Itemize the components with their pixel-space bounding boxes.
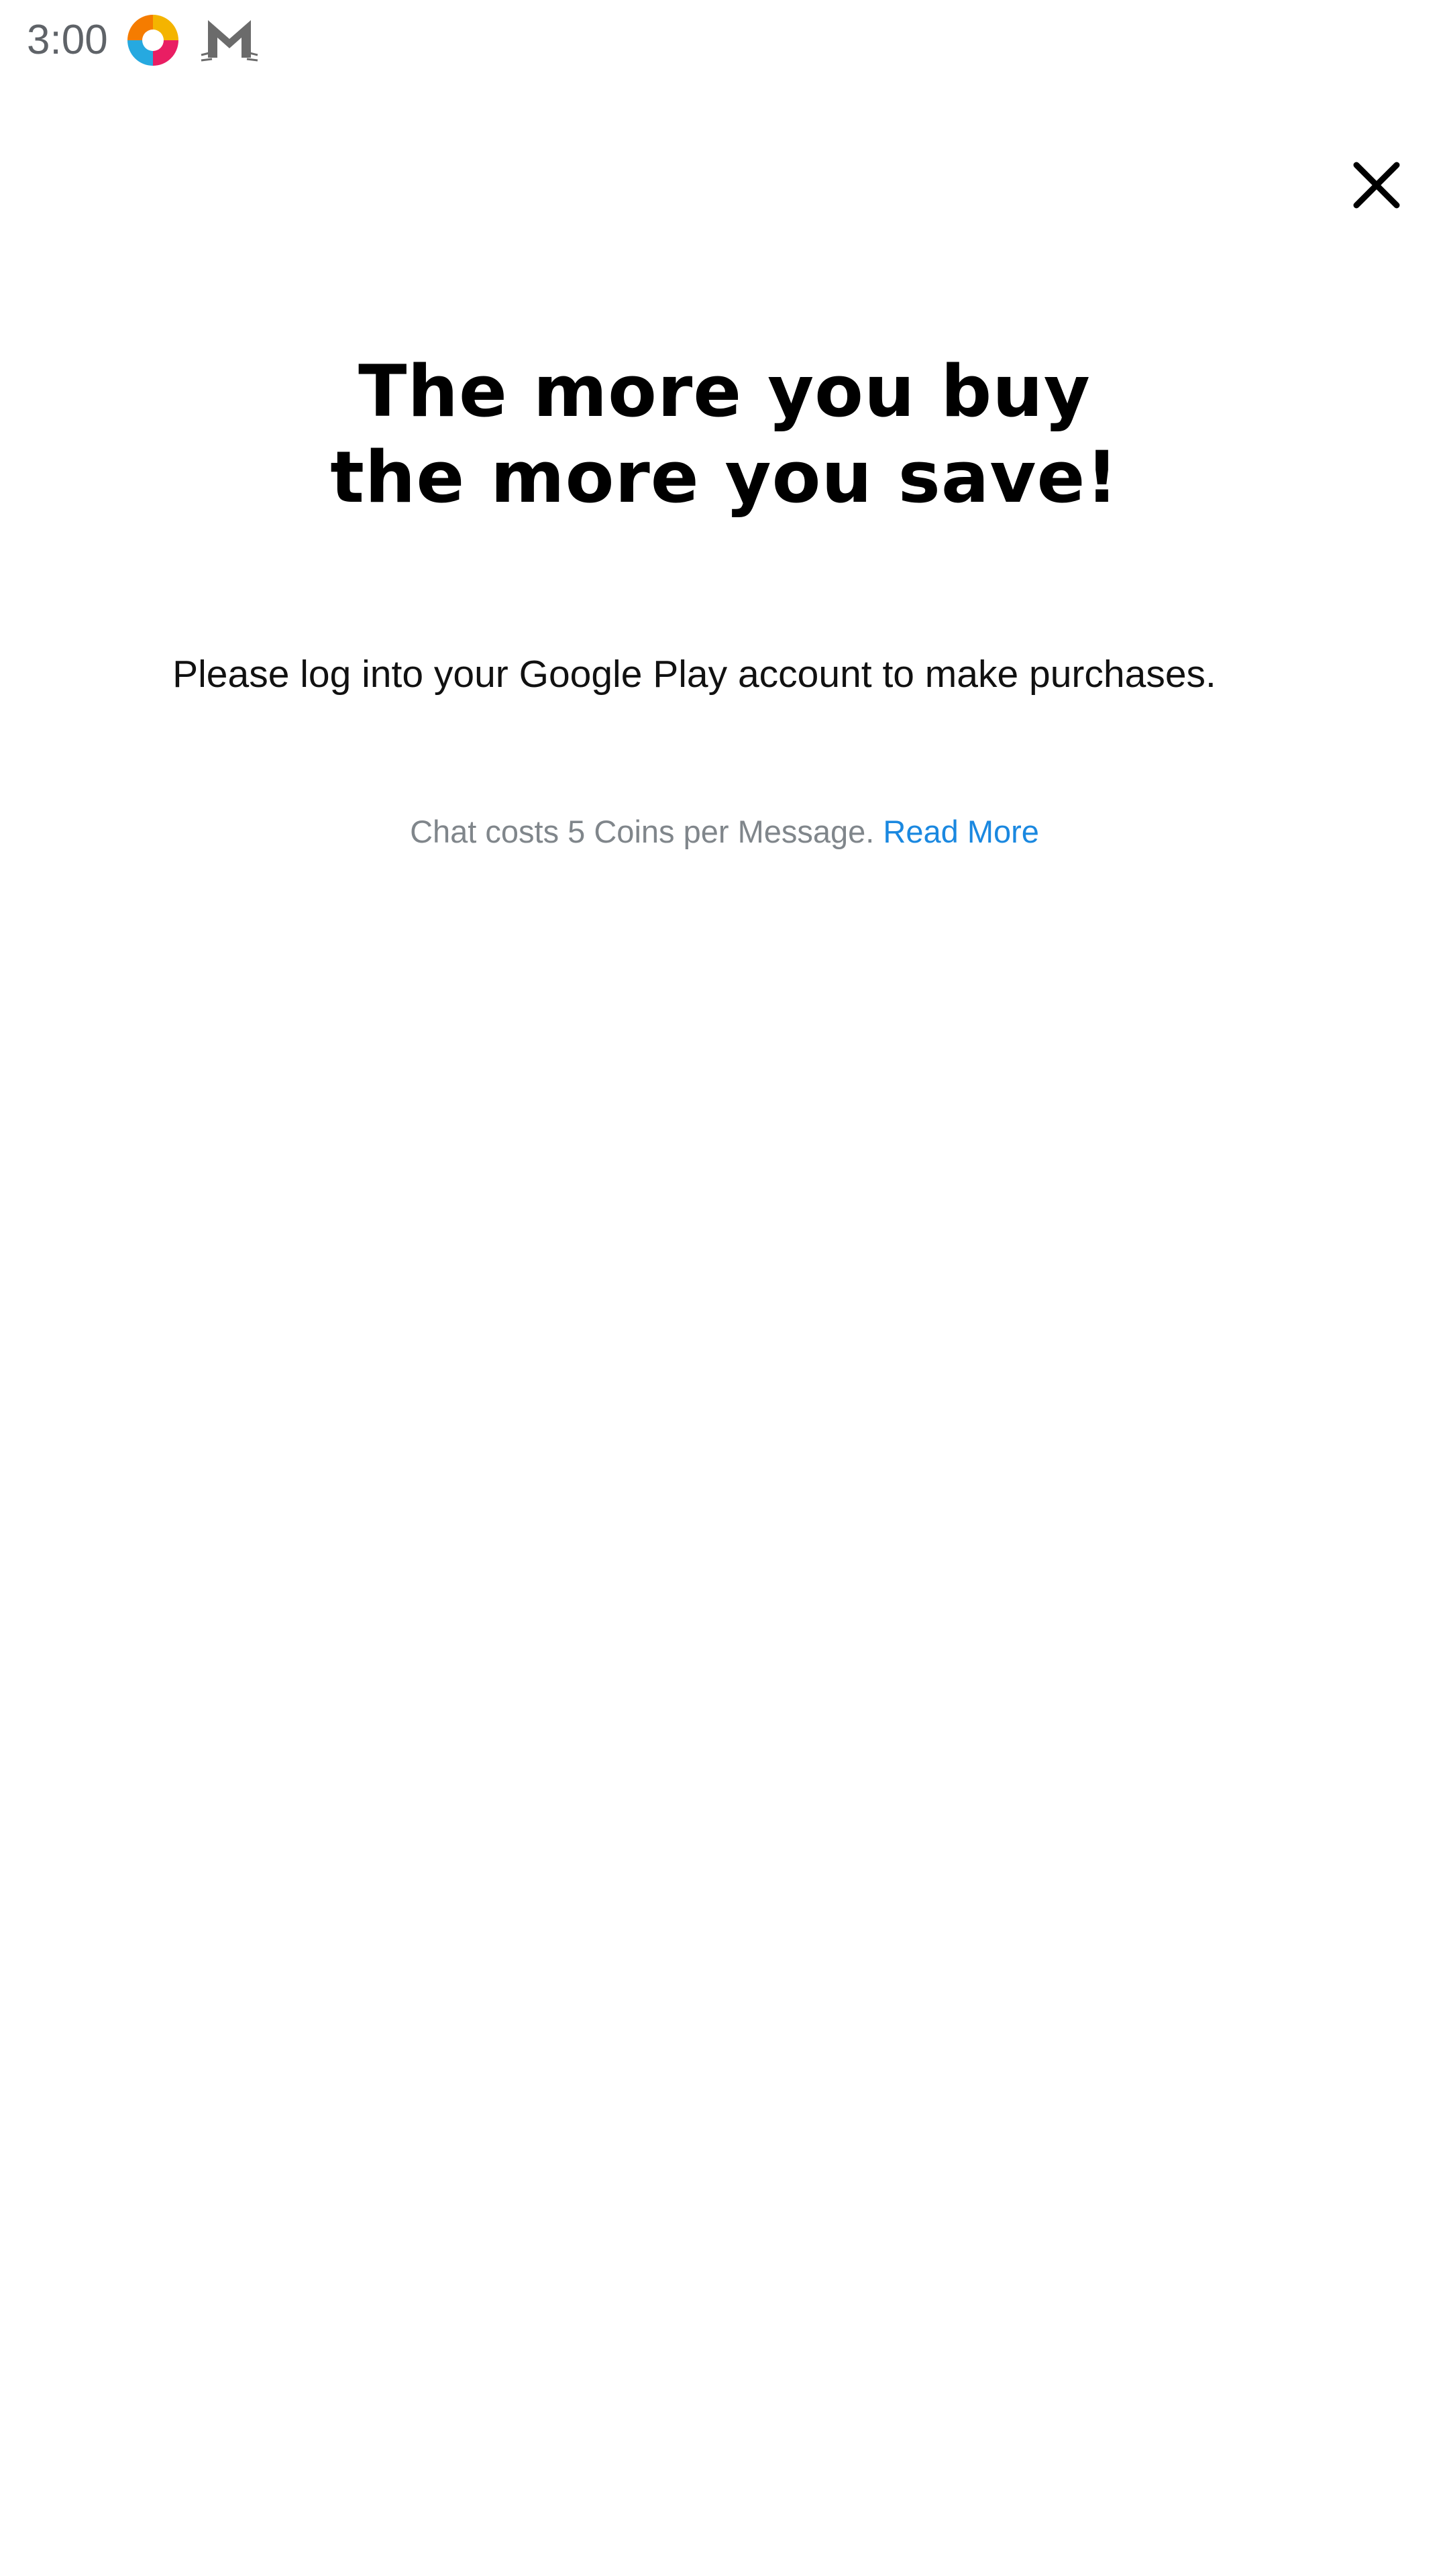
read-more-link[interactable]: Read More [883,814,1039,849]
login-message: Please log into your Google Play account… [172,653,1216,696]
app-notification-icon [123,11,182,70]
status-time: 3:00 [27,17,108,63]
close-button[interactable] [1336,145,1417,225]
close-icon [1353,162,1400,209]
status-bar: 3:00 [0,0,1449,80]
mail-notification-icon [200,11,259,70]
page-title: The more you buy the more you save! [0,349,1449,521]
chat-cost-note: Chat costs 5 Coins per Message. Read Mor… [0,812,1449,852]
chat-cost-text: Chat costs 5 Coins per Message. [410,814,875,849]
headline-line-2: the more you save! [330,436,1119,519]
headline-line-1: The more you buy [358,350,1091,433]
